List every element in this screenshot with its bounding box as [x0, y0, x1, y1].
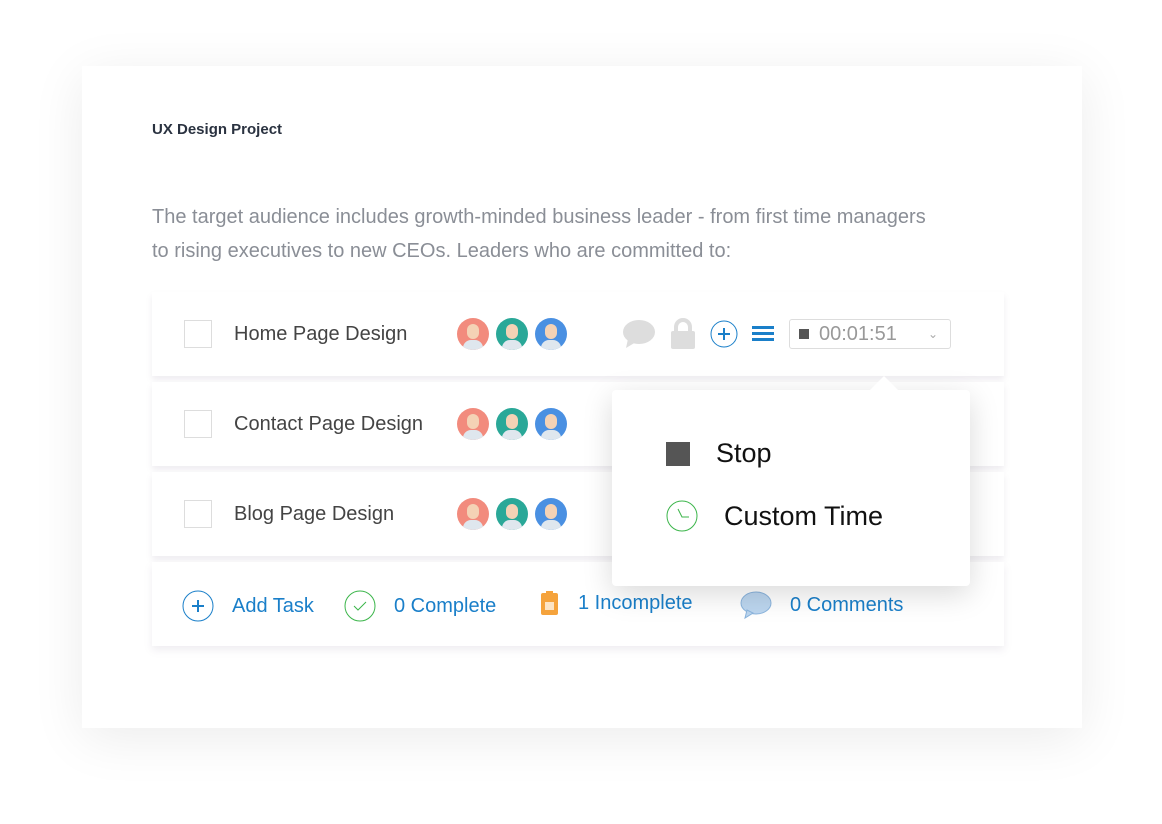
assignee-avatars	[457, 498, 567, 530]
task-name[interactable]: Blog Page Design	[234, 503, 394, 526]
avatar[interactable]	[457, 498, 489, 530]
lock-icon[interactable]	[670, 318, 696, 350]
add-subtask-icon[interactable]	[710, 320, 738, 348]
stop-menu-item[interactable]: Stop	[666, 438, 772, 469]
task-checkbox[interactable]	[184, 500, 212, 528]
task-checkbox[interactable]	[184, 410, 212, 438]
complete-count-link[interactable]: 0 Complete	[344, 590, 496, 622]
custom-time-menu-item[interactable]: Custom Time	[666, 500, 883, 532]
avatar[interactable]	[535, 498, 567, 530]
avatar[interactable]	[496, 318, 528, 350]
comment-icon[interactable]	[622, 319, 656, 349]
menu-icon[interactable]	[752, 325, 776, 343]
clipboard-icon	[541, 591, 558, 615]
assignee-avatars	[457, 318, 567, 350]
chevron-down-icon: ⌄	[927, 327, 938, 341]
plus-circle-icon	[182, 590, 214, 622]
task-name[interactable]: Contact Page Design	[234, 413, 423, 436]
assignee-avatars	[457, 408, 567, 440]
stop-icon	[666, 441, 690, 466]
comment-bubble-icon	[740, 591, 772, 620]
add-task-label: Add Task	[232, 594, 314, 617]
task-checkbox[interactable]	[184, 320, 212, 348]
incomplete-count-link[interactable]: 1 Incomplete	[540, 590, 693, 616]
custom-time-label: Custom Time	[724, 500, 884, 531]
comments-count-link[interactable]: 0 Comments	[740, 590, 903, 620]
comments-label: 0 Comments	[790, 593, 904, 616]
complete-label: 0 Complete	[394, 594, 497, 617]
timer-dropdown[interactable]: 00:01:51 ⌄	[789, 319, 951, 349]
timer-popup-menu: Stop Custom Time	[612, 376, 970, 586]
check-circle-icon	[344, 590, 376, 622]
timer-value: 00:01:51	[819, 322, 897, 345]
avatar[interactable]	[535, 318, 567, 350]
avatar[interactable]	[457, 408, 489, 440]
add-task-button[interactable]: Add Task	[182, 590, 314, 622]
avatar[interactable]	[535, 408, 567, 440]
avatar[interactable]	[496, 498, 528, 530]
task-row[interactable]: Home Page Design 00:01:51 ⌄	[152, 292, 1004, 376]
task-name[interactable]: Home Page Design	[234, 323, 407, 346]
avatar[interactable]	[457, 318, 489, 350]
stop-icon	[799, 329, 809, 339]
stop-label: Stop	[716, 438, 772, 468]
clock-icon	[666, 500, 698, 532]
avatar[interactable]	[496, 408, 528, 440]
project-description: The target audience includes growth-mind…	[152, 206, 926, 262]
project-title: UX Design Project	[152, 121, 283, 138]
incomplete-label: 1 Incomplete	[578, 591, 693, 614]
